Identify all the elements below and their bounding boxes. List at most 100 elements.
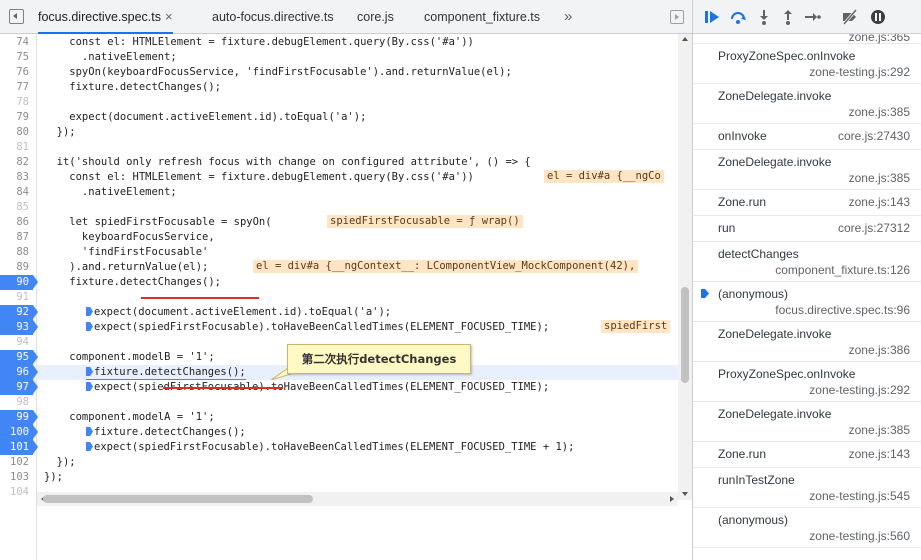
code-line[interactable]: 80 });	[0, 125, 678, 140]
code-line[interactable]: 85	[0, 200, 678, 215]
horizontal-scrollbar[interactable]	[37, 492, 678, 506]
breakpoint-line-number[interactable]: 100	[0, 425, 38, 440]
deactivate-breakpoints-icon[interactable]	[841, 8, 859, 26]
breakpoint-line-number[interactable]: 96	[0, 365, 38, 380]
call-frame[interactable]: Zone.run zone.js:143	[693, 190, 921, 216]
breakpoint-line-number[interactable]: 99	[0, 410, 38, 425]
line-number[interactable]: 84	[0, 185, 33, 200]
call-frame[interactable]: ProxyZoneSpec.onInvoke zone-testing.js:29…	[693, 362, 921, 402]
code-line[interactable]: 84 .nativeElement;	[0, 185, 678, 200]
code-line[interactable]: 82 it('should only refresh focus with ch…	[0, 155, 678, 170]
call-frame[interactable]: ZoneDelegate.invoke zone.js:385	[693, 150, 921, 190]
frame-location[interactable]: zone-testing.js:292	[809, 65, 910, 79]
code-line[interactable]: 87 keyboardFocusService,	[0, 230, 678, 245]
line-number[interactable]: 94	[0, 335, 33, 350]
line-number[interactable]: 79	[0, 110, 33, 125]
breakpoint-line-number[interactable]: 92	[0, 305, 38, 320]
step-out-icon[interactable]	[779, 8, 797, 26]
code-line[interactable]: 97 expect(spiedFirstFocusable).toHaveBeen…	[0, 380, 678, 395]
call-frame[interactable]: ZoneDelegate.invoke zone.js:385	[693, 402, 921, 442]
toggle-debugger-icon[interactable]	[670, 10, 684, 24]
call-frame[interactable]: ZoneDelegate.invoke zone.js:385	[693, 84, 921, 124]
code-line[interactable]: 100 fixture.detectChanges();	[0, 425, 678, 440]
frame-location[interactable]: zone-testing.js:560	[809, 529, 910, 543]
code-line[interactable]: 76 spyOn(keyboardFocusService, 'findFirs…	[0, 65, 678, 80]
tab-auto-focus-directive[interactable]: auto-focus.directive.ts	[212, 0, 334, 34]
scroll-down-icon[interactable]	[682, 492, 688, 496]
breakpoint-line-number[interactable]: 95	[0, 350, 38, 365]
line-number[interactable]: 74	[0, 35, 33, 50]
more-tabs-icon[interactable]: »	[564, 0, 572, 34]
vertical-scrollbar[interactable]	[678, 34, 692, 500]
pause-on-exceptions-icon[interactable]	[869, 8, 887, 26]
line-number[interactable]: 87	[0, 230, 33, 245]
inline-breakpoint-icon[interactable]	[86, 367, 93, 376]
toggle-navigator-icon[interactable]	[9, 9, 24, 24]
call-frame[interactable]: (anonymous) focus.directive.spec.ts:96	[693, 282, 921, 322]
tab-component-fixture[interactable]: component_fixture.ts	[424, 0, 540, 34]
code-line[interactable]: 103});	[0, 470, 678, 485]
call-frame[interactable]: zone.js:365	[693, 34, 921, 44]
code-line[interactable]: 74 const el: HTMLElement = fixture.debug…	[0, 35, 678, 50]
code-line[interactable]: 91	[0, 290, 678, 305]
code-line[interactable]: 92 expect(document.activeElement.id).toEq…	[0, 305, 678, 320]
frame-location[interactable]: zone.js:143	[849, 447, 910, 461]
breakpoint-line-number[interactable]: 93	[0, 320, 38, 335]
code-line[interactable]: 78	[0, 95, 678, 110]
tab-focus-directive-spec[interactable]: focus.directive.spec.ts ×	[38, 0, 173, 34]
call-frame[interactable]: runInTestZone zone-testing.js:545	[693, 468, 921, 508]
line-number[interactable]: 91	[0, 290, 33, 305]
step-into-icon[interactable]	[755, 8, 773, 26]
scroll-right-icon[interactable]	[670, 496, 674, 502]
code-line[interactable]: 93 expect(spiedFirstFocusable).toHaveBeen…	[0, 320, 678, 335]
inline-breakpoint-icon[interactable]	[86, 322, 93, 331]
line-number[interactable]: 98	[0, 395, 33, 410]
inline-breakpoint-icon[interactable]	[86, 442, 93, 451]
line-number[interactable]: 82	[0, 155, 33, 170]
inline-breakpoint-icon[interactable]	[86, 382, 93, 391]
call-frame[interactable]: (anonymous) zone-testing.js:560	[693, 508, 921, 548]
line-number[interactable]: 86	[0, 215, 33, 230]
line-number[interactable]: 76	[0, 65, 33, 80]
step-over-icon[interactable]	[729, 8, 747, 26]
code-line[interactable]: 79 expect(document.activeElement.id).toE…	[0, 110, 678, 125]
frame-location[interactable]: focus.directive.spec.ts:96	[775, 303, 910, 317]
code-line[interactable]: 75 .nativeElement;	[0, 50, 678, 65]
resume-icon[interactable]	[703, 8, 721, 26]
line-number[interactable]: 102	[0, 455, 33, 470]
code-line[interactable]: 98	[0, 395, 678, 410]
step-icon[interactable]	[803, 8, 821, 26]
frame-location[interactable]: zone.js:385	[849, 423, 910, 437]
code-line[interactable]: 102 });	[0, 455, 678, 470]
line-number[interactable]: 75	[0, 50, 33, 65]
line-number[interactable]: 103	[0, 470, 33, 485]
frame-location[interactable]: zone.js:385	[849, 105, 910, 119]
code-line[interactable]: 99 component.modelA = '1';	[0, 410, 678, 425]
horizontal-scroll-thumb[interactable]	[43, 495, 313, 503]
call-frame[interactable]: onInvoke core.js:27430	[693, 124, 921, 150]
code-line[interactable]: 88 'findFirstFocusable'	[0, 245, 678, 260]
call-frame[interactable]: ProxyZoneSpec.onInvoke zone-testing.js:29…	[693, 44, 921, 84]
scroll-up-icon[interactable]	[682, 37, 688, 41]
frame-location[interactable]: zone.js:385	[849, 171, 910, 185]
line-number[interactable]: 85	[0, 200, 33, 215]
line-number[interactable]: 89	[0, 260, 33, 275]
inline-breakpoint-icon[interactable]	[86, 427, 93, 436]
frame-location[interactable]: core.js:27430	[838, 129, 910, 143]
breakpoint-line-number[interactable]: 90	[0, 275, 38, 290]
tab-core-js[interactable]: core.js	[357, 0, 394, 34]
frame-location[interactable]: zone.js:386	[849, 343, 910, 357]
code-editor[interactable]: 74 const el: HTMLElement = fixture.debug…	[0, 34, 692, 560]
line-number[interactable]: 80	[0, 125, 33, 140]
line-number[interactable]: 88	[0, 245, 33, 260]
call-frame[interactable]: run core.js:27312	[693, 216, 921, 242]
frame-location[interactable]: component_fixture.ts:126	[775, 263, 910, 277]
code-line[interactable]: 77 fixture.detectChanges();	[0, 80, 678, 95]
vertical-scroll-thumb[interactable]	[681, 287, 689, 383]
call-frame[interactable]: Zone.run zone.js:143	[693, 442, 921, 468]
line-number[interactable]: 104	[0, 485, 33, 500]
code-line[interactable]: 90 fixture.detectChanges();	[0, 275, 678, 290]
line-number[interactable]: 77	[0, 80, 33, 95]
code-line[interactable]: 81	[0, 140, 678, 155]
frame-location[interactable]: zone.js:143	[849, 195, 910, 209]
